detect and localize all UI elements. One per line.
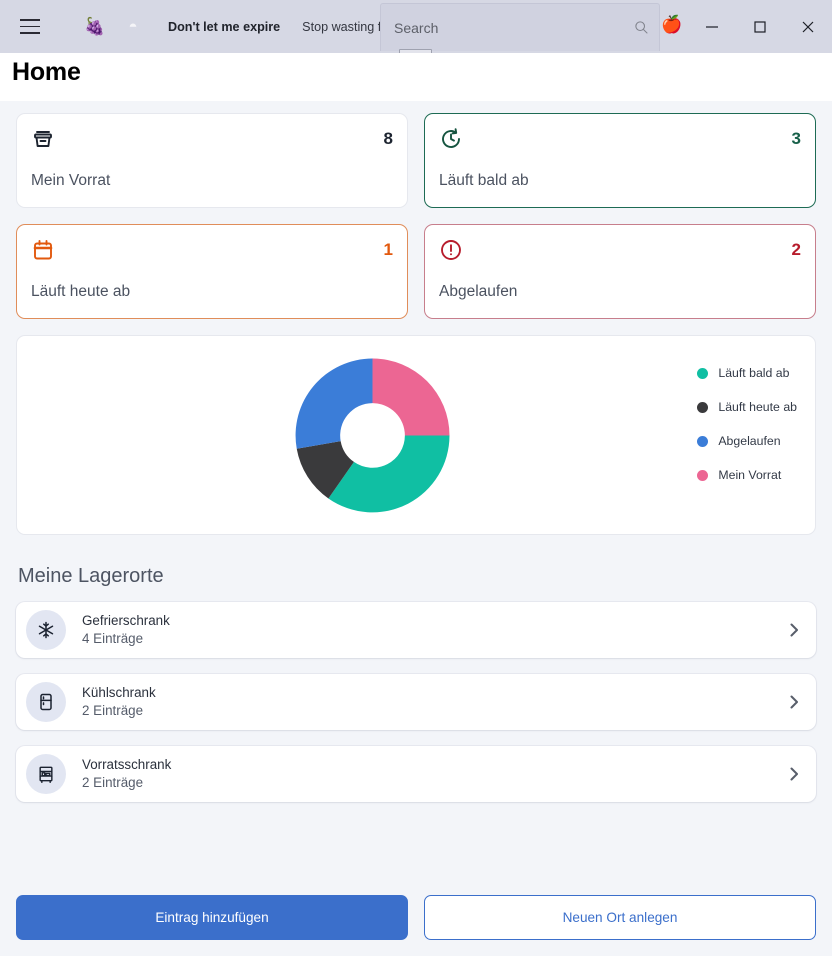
location-count: 4 Einträge bbox=[82, 631, 144, 646]
list-item-texts: Kühlschrank 2 Einträge bbox=[82, 684, 786, 720]
chevron-right-icon[interactable] bbox=[786, 694, 802, 710]
stat-label: Mein Vorrat bbox=[31, 172, 111, 189]
stat-count: 8 bbox=[383, 129, 393, 148]
legend-dot-laeuft-heute-ab bbox=[697, 401, 709, 413]
chevron-right-icon[interactable] bbox=[786, 766, 802, 782]
location-count: 2 Einträge bbox=[82, 775, 144, 790]
calendar-icon bbox=[33, 240, 53, 260]
legend-item: Mein Vorrat bbox=[697, 468, 797, 482]
page-header: Home bbox=[0, 53, 832, 101]
avatar bbox=[26, 682, 66, 722]
archive-box-icon bbox=[34, 131, 52, 147]
page-body: Home 8 Mein Vorrat 3 Läuft bald ab 1 Läu… bbox=[0, 53, 832, 956]
list-item-vorratsschrank[interactable]: Vorratsschrank 2 Einträge bbox=[16, 746, 816, 802]
apple-icon: 🍎 bbox=[661, 15, 683, 34]
status-chart-card: Läuft bald ab Läuft heute ab Abgelaufen … bbox=[16, 335, 816, 535]
locations-heading: Meine Lagerorte bbox=[18, 565, 164, 587]
stat-label: Abgelaufen bbox=[439, 283, 518, 300]
legend-item: Abgelaufen bbox=[697, 434, 797, 448]
legend-dot-mein-vorrat bbox=[697, 469, 709, 481]
legend-item: Läuft bald ab bbox=[697, 366, 797, 380]
stat-count: 3 bbox=[791, 129, 801, 148]
slice-mein-vorrat bbox=[372, 358, 450, 436]
snowflake-icon bbox=[38, 621, 54, 639]
stat-count: 2 bbox=[791, 240, 801, 259]
main-content: 8 Mein Vorrat 3 Läuft bald ab 1 Läuft he… bbox=[0, 101, 832, 802]
title-bar: 🍇 ◓ Don't let me expire Stop wasting foo… bbox=[0, 0, 832, 62]
location-name: Vorratsschrank bbox=[82, 756, 172, 772]
stat-card-laeuft-heute-ab[interactable]: 1 Läuft heute ab bbox=[16, 224, 408, 319]
legend-dot-laeuft-bald-ab bbox=[697, 367, 709, 379]
hamburger-menu-icon[interactable] bbox=[8, 8, 52, 46]
stat-card-abgelaufen[interactable]: 2 Abgelaufen bbox=[424, 224, 816, 319]
legend-item: Läuft heute ab bbox=[697, 400, 797, 414]
list-item-gefrierschrank[interactable]: Gefrierschrank 4 Einträge bbox=[16, 602, 816, 658]
moon-icon[interactable]: ◓ bbox=[116, 10, 150, 44]
location-name: Gefrierschrank bbox=[82, 612, 170, 628]
stat-label: Läuft heute ab bbox=[31, 283, 131, 300]
grape-icon: 🍇 bbox=[84, 17, 106, 36]
window-controls bbox=[688, 0, 832, 53]
add-entry-button[interactable]: Eintrag hinzufügen bbox=[16, 895, 408, 940]
search-box[interactable]: Search bbox=[380, 3, 660, 51]
brand-title[interactable]: Don't let me expire bbox=[168, 20, 280, 34]
search-input[interactable]: Search bbox=[394, 20, 634, 36]
add-location-button[interactable]: Neuen Ort anlegen bbox=[424, 895, 816, 940]
shelf-icon bbox=[39, 766, 53, 784]
legend-label: Läuft bald ab bbox=[718, 366, 790, 380]
slice-laeuft-bald-ab bbox=[328, 435, 450, 513]
page-title: Home bbox=[12, 58, 81, 86]
location-name: Kühlschrank bbox=[82, 684, 156, 700]
legend-label: Mein Vorrat bbox=[718, 468, 782, 482]
chevron-right-icon[interactable] bbox=[786, 622, 802, 638]
stat-card-laeuft-bald-ab[interactable]: 3 Läuft bald ab bbox=[424, 113, 816, 208]
stat-count: 1 bbox=[383, 240, 393, 259]
list-item-kuehlschrank[interactable]: Kühlschrank 2 Einträge bbox=[16, 674, 816, 730]
legend-dot-abgelaufen bbox=[697, 435, 709, 447]
stat-label: Läuft bald ab bbox=[439, 172, 529, 189]
stats-grid: 8 Mein Vorrat 3 Läuft bald ab 1 Läuft he… bbox=[16, 113, 816, 319]
location-count: 2 Einträge bbox=[82, 703, 144, 718]
slice-abgelaufen bbox=[295, 358, 373, 449]
clock-refresh-icon bbox=[442, 128, 460, 148]
alert-circle-icon bbox=[441, 240, 461, 260]
legend-label: Abgelaufen bbox=[718, 434, 781, 448]
fridge-icon bbox=[40, 693, 52, 711]
search-icon[interactable] bbox=[634, 20, 649, 35]
close-button[interactable] bbox=[784, 0, 832, 53]
footer-actions: Eintrag hinzufügen Neuen Ort anlegen bbox=[16, 895, 816, 940]
maximize-button[interactable] bbox=[736, 0, 784, 53]
list-item-texts: Vorratsschrank 2 Einträge bbox=[82, 756, 786, 792]
locations-list: Gefrierschrank 4 Einträge Kühlschrank 2 … bbox=[16, 602, 816, 802]
donut-chart bbox=[285, 348, 460, 528]
donut-chart-svg bbox=[295, 358, 450, 513]
avatar bbox=[26, 754, 66, 794]
avatar bbox=[26, 610, 66, 650]
list-item-texts: Gefrierschrank 4 Einträge bbox=[82, 612, 786, 648]
legend-label: Läuft heute ab bbox=[718, 400, 797, 414]
chart-legend: Läuft bald ab Läuft heute ab Abgelaufen … bbox=[697, 366, 797, 482]
stat-card-mein-vorrat[interactable]: 8 Mein Vorrat bbox=[16, 113, 408, 208]
minimize-button[interactable] bbox=[688, 0, 736, 53]
